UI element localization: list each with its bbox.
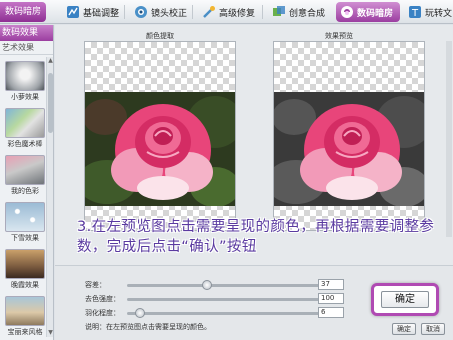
- tab-label: 基础调整: [83, 8, 120, 19]
- slider-label: 去色强度：: [85, 295, 120, 303]
- tutorial-caption: 3.在左预览图点击需要呈现的颜色，再根据需要调整参数，完成后点击“确认”按钮: [77, 219, 435, 255]
- repair-icon: [202, 5, 216, 19]
- desaturate-value-field[interactable]: 100: [318, 293, 344, 304]
- slider-label: 容差：: [85, 281, 106, 289]
- effect-label: 下雪效果: [11, 234, 39, 242]
- tab-label: 数码暗房: [357, 8, 394, 19]
- tab-lens-correction[interactable]: 镜头校正: [130, 2, 191, 22]
- instruction-note: 说明：在左预览图点击需要呈现的颜色。: [85, 323, 211, 331]
- color-pick-preview[interactable]: [84, 41, 236, 231]
- slider-row-desaturate: 去色强度：: [85, 293, 343, 305]
- text-icon: T: [408, 5, 422, 19]
- sidebar-header[interactable]: 数码效果: [0, 25, 53, 41]
- right-preview-caption: 效果预览: [325, 32, 353, 40]
- confirm-callout: 确定: [371, 283, 439, 316]
- effect-thumbnail: [5, 296, 45, 326]
- rose-photo-effect: [274, 92, 424, 206]
- effect-item-color-wand[interactable]: 彩色魔术棒: [4, 108, 46, 149]
- effect-item-snow[interactable]: 下雪效果: [4, 202, 46, 243]
- effect-thumbnail: [5, 155, 45, 185]
- ok-button[interactable]: 确定: [392, 323, 416, 335]
- slider-knob[interactable]: [134, 307, 145, 318]
- effect-label: 我的色彩: [11, 187, 39, 195]
- tab-text-fun[interactable]: T 玩转文: [404, 2, 453, 22]
- feather-slider[interactable]: [127, 307, 342, 318]
- effect-thumbnail: [5, 61, 45, 91]
- effect-thumbnail: [5, 108, 45, 138]
- cancel-button[interactable]: 取消: [421, 323, 445, 335]
- svg-text:T: T: [411, 8, 419, 19]
- effect-label: 小萝效果: [11, 93, 39, 101]
- sidebar-scrollbar[interactable]: ▲ ▼: [46, 57, 53, 337]
- desaturate-slider[interactable]: [127, 293, 343, 304]
- sidebar-scroll-thumb[interactable]: [48, 73, 53, 133]
- tab-advanced-repair[interactable]: 高级修复: [198, 2, 259, 22]
- tolerance-slider[interactable]: [127, 279, 342, 290]
- tab-digital-darkroom[interactable]: 数码暗房: [336, 2, 400, 22]
- darkroom-icon: [340, 5, 354, 19]
- tab-label: 高级修复: [219, 8, 256, 19]
- effect-label: 晚霞效果: [11, 281, 39, 289]
- preview-scrollbar[interactable]: [446, 41, 452, 237]
- left-preview-caption: 颜色提取: [146, 32, 174, 40]
- feather-value-field[interactable]: 6: [318, 307, 344, 318]
- effect-thumbnail: [5, 249, 45, 279]
- effect-item-polaroid[interactable]: 宝丽来风格: [4, 296, 46, 337]
- effect-item-my-color[interactable]: 我的色彩: [4, 155, 46, 196]
- slider-knob[interactable]: [201, 279, 212, 290]
- app-tab-darkroom[interactable]: 数码暗房: [0, 2, 46, 22]
- effect-label: 彩色魔术棒: [7, 140, 43, 148]
- effect-label: 宝丽来风格: [7, 328, 43, 336]
- slider-row-tolerance: 容差：: [85, 279, 342, 291]
- effect-item-sunset[interactable]: 晚霞效果: [4, 249, 46, 290]
- compose-icon: [272, 5, 286, 19]
- sidebar-subheader[interactable]: 艺术效果: [0, 41, 53, 55]
- tolerance-value-field[interactable]: 37: [318, 279, 344, 290]
- top-tab-bar: 数码暗房 基础调整 镜头校正 高级修复 创意合成 数码暗房 T 玩转文: [0, 0, 453, 24]
- confirm-button-zoomed[interactable]: 确定: [381, 291, 429, 308]
- lens-icon: [134, 5, 148, 19]
- slider-label: 羽化程度：: [85, 309, 120, 317]
- tab-label: 创意合成: [289, 8, 326, 19]
- tab-basic-adjust[interactable]: 基础调整: [62, 2, 123, 22]
- tab-creative-compose[interactable]: 创意合成: [268, 2, 329, 22]
- adjust-icon: [66, 5, 80, 19]
- slider-row-feather: 羽化程度：: [85, 307, 342, 319]
- effects-sidebar: 数码效果 艺术效果 小萝效果 彩色魔术棒 我的色彩 下雪效果 晚霞效果 宝丽来风…: [0, 25, 54, 340]
- tab-label: 玩转文: [425, 8, 453, 19]
- rose-photo-color[interactable]: [85, 92, 235, 206]
- tab-label: 镜头校正: [151, 8, 188, 19]
- scroll-up-arrow-icon[interactable]: ▲: [47, 57, 54, 65]
- effect-preview[interactable]: [273, 41, 425, 231]
- scroll-down-arrow-icon[interactable]: ▼: [47, 329, 54, 337]
- effect-item-lomo[interactable]: 小萝效果: [4, 61, 46, 102]
- effect-thumbnail: [5, 202, 45, 232]
